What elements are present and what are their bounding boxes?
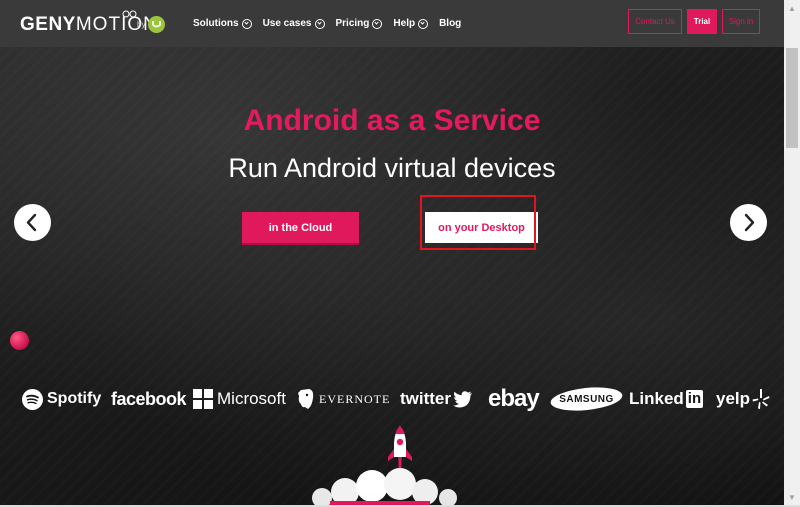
brand-text: Microsoft	[217, 389, 286, 408]
nav-item-help[interactable]: Help	[393, 18, 429, 29]
chevron-down-icon	[241, 18, 252, 29]
scrollbar-thumb[interactable]	[786, 48, 798, 148]
site-header: GENYMOTION by Solutions Use cases Pricin…	[0, 0, 784, 47]
logo-text-part2: MOTION	[75, 14, 158, 35]
chevron-down-icon	[418, 18, 429, 29]
spotify-logo: Spotify	[22, 384, 101, 414]
main-nav: Solutions Use cases Pricing Help Blog	[193, 0, 472, 47]
nav-item-solutions[interactable]: Solutions	[193, 18, 252, 29]
nav-item-label: Solutions	[193, 18, 239, 29]
chevron-left-icon	[26, 213, 37, 232]
twitter-logo: twitter	[400, 384, 473, 414]
brand-text: SAMSUNG	[559, 393, 614, 405]
brand-text: ebay	[488, 385, 540, 412]
hero-subline: Run Android virtual devices	[228, 153, 556, 183]
logo-circles-icon	[122, 10, 137, 18]
sign-in-button[interactable]: Sign in	[722, 9, 760, 34]
scroll-down-arrow-icon[interactable]: ▼	[784, 489, 800, 505]
facebook-logo: facebook	[111, 384, 187, 414]
trial-button[interactable]: Trial	[687, 9, 717, 34]
brand-text: facebook	[111, 388, 187, 409]
brand-text: yelp	[716, 389, 751, 408]
nav-item-label: Pricing	[335, 18, 370, 29]
ebay-logo: ebay	[488, 384, 540, 414]
logo-text-part1: GENY	[20, 14, 76, 35]
nav-item-pricing[interactable]: Pricing	[336, 18, 383, 29]
evernote-logo: EVERNOTE	[297, 384, 390, 414]
elephant-icon	[298, 389, 314, 409]
on-your-desktop-button[interactable]: on your Desktop	[425, 212, 538, 243]
decorative-planet-icon	[10, 331, 29, 350]
in-the-cloud-button[interactable]: in the Cloud	[242, 212, 359, 243]
nav-item-label: Use cases	[262, 18, 312, 29]
browser-viewport: GENYMOTION by Solutions Use cases Pricin…	[0, 0, 784, 505]
brand-text: EVERNOTE	[319, 391, 391, 406]
chevron-right-icon	[744, 213, 755, 232]
chevron-down-icon	[314, 18, 325, 29]
nav-item-label: Blog	[439, 18, 462, 29]
parent-company-logo-icon	[148, 16, 165, 33]
carousel-prev-button[interactable]	[14, 204, 51, 241]
brand-text: Linked	[629, 389, 684, 408]
yelp-logo: yelp	[716, 384, 770, 414]
yelp-burst-icon	[752, 389, 770, 409]
microsoft-icon	[193, 389, 213, 409]
logo-by-text: by	[137, 20, 146, 29]
smoke-cloud-icon	[312, 468, 457, 505]
brand-text: Spotify	[47, 390, 102, 407]
linkedin-in-badge: in	[685, 390, 704, 408]
samsung-logo: SAMSUNG	[549, 384, 624, 414]
nav-item-label: Help	[393, 18, 416, 29]
chevron-down-icon	[372, 18, 383, 29]
twitter-bird-icon	[453, 390, 472, 407]
carousel-next-button[interactable]	[730, 204, 767, 241]
brand-text: twitter	[400, 389, 451, 408]
scroll-up-arrow-icon[interactable]: ▲	[784, 0, 800, 16]
nav-item-blog[interactable]: Blog	[439, 18, 461, 29]
hero-headline: Android as a Service	[243, 104, 541, 137]
spotify-icon	[22, 388, 43, 410]
contact-us-button[interactable]: Contact Us	[628, 9, 682, 34]
nav-item-use-cases[interactable]: Use cases	[263, 18, 325, 29]
customer-logos: Spotify facebook Microsoft EVERNOTE twit…	[22, 384, 772, 414]
microsoft-logo: Microsoft	[193, 384, 286, 414]
linkedin-logo: Linked in	[629, 384, 704, 414]
